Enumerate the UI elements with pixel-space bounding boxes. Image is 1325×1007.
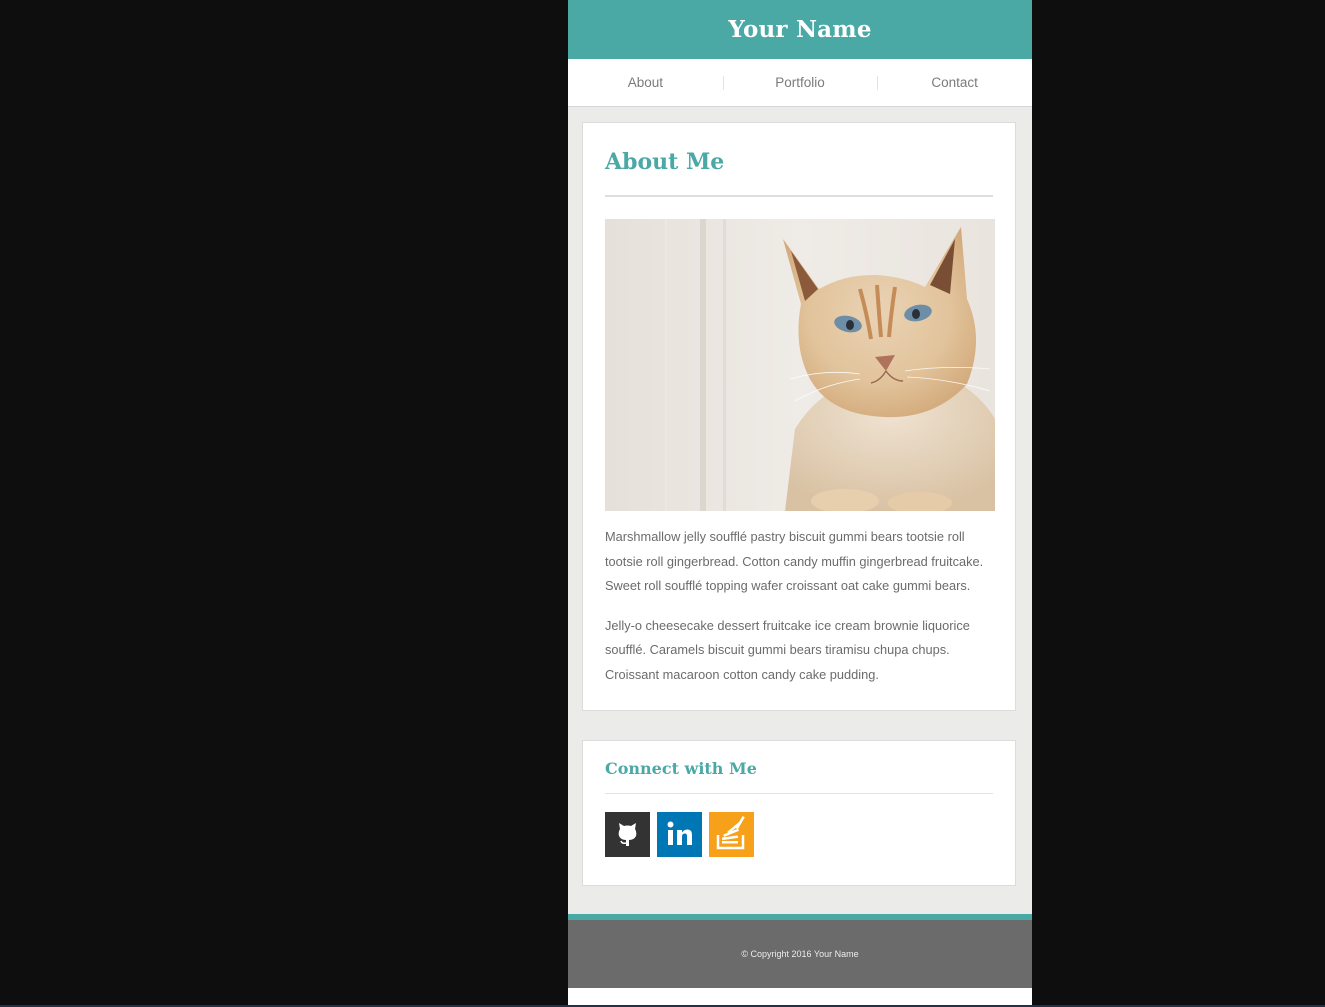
site-header: Your Name [568, 0, 1032, 59]
linkedin-link[interactable] [657, 812, 702, 857]
copyright-text: © Copyright 2016 Your Name [741, 949, 859, 959]
stackoverflow-icon [709, 812, 754, 857]
about-card: About Me Marshmallow jelly soufflé pastr… [582, 122, 1016, 711]
about-heading: About Me [605, 147, 993, 197]
github-link[interactable] [605, 812, 650, 857]
page-viewport: Your Name About Portfolio Contact About … [568, 0, 1032, 1007]
connect-heading: Connect with Me [605, 759, 993, 794]
cat-photo [605, 219, 995, 511]
social-links [605, 812, 993, 857]
site-title: Your Name [728, 16, 872, 43]
about-paragraph-1: Marshmallow jelly soufflé pastry biscuit… [605, 529, 984, 594]
site-footer: © Copyright 2016 Your Name [568, 920, 1032, 988]
stackoverflow-link[interactable] [709, 812, 754, 857]
github-icon [605, 812, 650, 857]
linkedin-icon [657, 812, 702, 857]
nav-item-about[interactable]: About [568, 74, 723, 92]
about-paragraph-2: Jelly-o cheesecake dessert fruitcake ice… [605, 617, 970, 682]
connect-card: Connect with Me [582, 740, 1016, 886]
nav-item-contact[interactable]: Contact [877, 74, 1032, 92]
nav-item-portfolio[interactable]: Portfolio [722, 74, 878, 92]
main-nav: About Portfolio Contact [568, 59, 1032, 107]
